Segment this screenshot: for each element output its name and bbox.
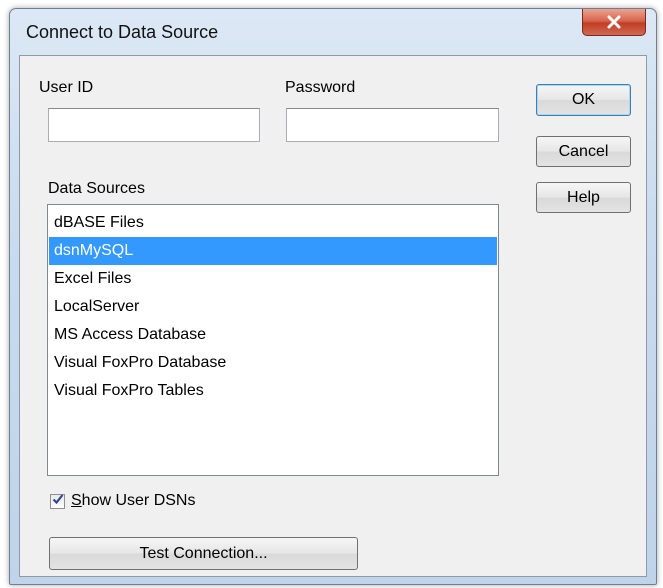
window-title: Connect to Data Source	[26, 22, 219, 42]
list-item[interactable]: Visual FoxPro Database	[49, 349, 497, 377]
dialog-body: User ID Password OK Cancel Help Data Sou…	[19, 55, 647, 577]
list-item[interactable]: dBASE Files	[49, 209, 497, 237]
data-sources-label: Data Sources	[48, 180, 145, 197]
help-button[interactable]: Help	[536, 182, 631, 213]
close-x-icon	[607, 15, 621, 29]
list-item[interactable]: MS Access Database	[49, 321, 497, 349]
ok-button[interactable]: OK	[536, 84, 631, 116]
password-label: Password	[285, 79, 356, 96]
test-connection-button[interactable]: Test Connection...	[49, 537, 358, 570]
user-id-input[interactable]	[48, 108, 260, 142]
list-item-selected[interactable]: dsnMySQL	[49, 237, 497, 265]
close-button[interactable]	[582, 9, 646, 36]
checkbox-box[interactable]	[50, 492, 65, 510]
password-input[interactable]	[286, 108, 499, 142]
show-user-dsns-checkbox[interactable]: Show User DSNs	[50, 492, 195, 510]
cancel-button[interactable]: Cancel	[536, 136, 631, 167]
show-user-dsns-label: Show User DSNs	[71, 492, 196, 509]
checkmark-icon	[52, 492, 64, 510]
user-id-label: User ID	[39, 79, 94, 96]
data-sources-list[interactable]: dBASE Files dsnMySQL Excel Files LocalSe…	[47, 204, 499, 476]
list-item[interactable]: Excel Files	[49, 265, 497, 293]
list-item[interactable]: LocalServer	[49, 293, 497, 321]
list-item[interactable]: Visual FoxPro Tables	[49, 377, 497, 405]
dialog-window: Connect to Data Source User ID Password …	[9, 8, 657, 585]
